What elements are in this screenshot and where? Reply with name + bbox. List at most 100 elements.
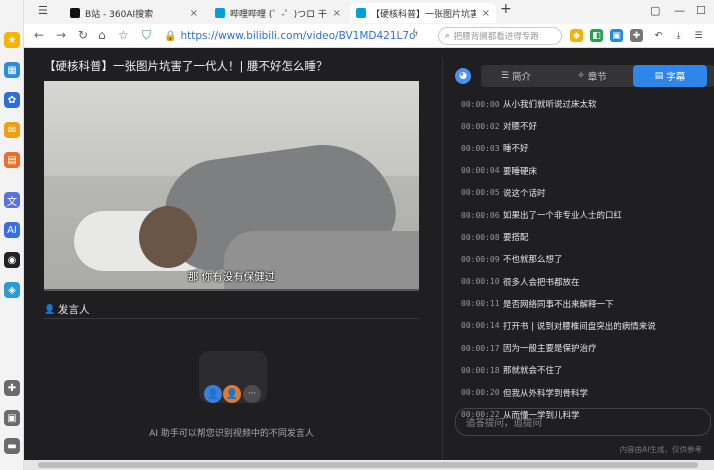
tab-favicon [70, 8, 80, 18]
subtitle-text: 说这个话时 [503, 188, 546, 199]
reload-icon[interactable]: ↻ [78, 28, 88, 42]
speaker-label: 发言人 [58, 304, 90, 316]
subtitle-row[interactable]: 00:00:00 从小我们就听说过床太软 [461, 93, 711, 115]
subtitle-time: 00:00:18 [461, 365, 500, 375]
subtitle-list: 00:00:00 从小我们就听说过床太软 00:00:02 对腰不好 00:00:0… [461, 93, 711, 426]
ask-placeholder: 追答提问，追提问 [466, 418, 543, 429]
subtitle-row[interactable]: 00:00:18 那就就会不住了 [461, 359, 711, 381]
tab-subtitles[interactable]: ▤ 字幕 [633, 65, 707, 87]
search-field[interactable]: ⌕ 把腰背搁都看进得专跑 [438, 27, 562, 45]
restore-icon[interactable]: ▢ [650, 4, 660, 17]
tab-favicon [356, 8, 366, 18]
video-player[interactable]: 那 你有没有保健过 [44, 81, 419, 291]
subtitle-text: 要睡硬床 [503, 166, 538, 177]
url-field[interactable]: 🔒 https://www.bilibili.com/video/BV1MD42… [164, 27, 415, 45]
subtitle-text: 打开书 | 说到对腰椎间盘突出的病情来说 [503, 321, 656, 332]
bookmark-icon[interactable]: ☆ [118, 28, 129, 42]
extension-icon[interactable]: ◆ [570, 29, 583, 42]
subtitle-text: 对腰不好 [503, 122, 538, 133]
subtitle-row[interactable]: 00:00:17 因为一般主要是保护治疗 [461, 337, 711, 359]
tab-label: 【硬核科普】一张图片坑害 [371, 9, 476, 20]
subtitle-time: 00:00:06 [461, 210, 500, 220]
url-text: https://www.bilibili.com/video/BV1MD421L… [180, 30, 416, 42]
subtitle-row[interactable]: 00:00:11 是否网络同事不出来解释一下 [461, 293, 711, 315]
subtitle-text: 不也就那么想了 [503, 255, 563, 266]
save-icon[interactable]: ▣ [4, 410, 20, 426]
subtitle-row[interactable]: 00:00:10 很多人会把书都放在 [461, 271, 711, 293]
subtitle-text: 那就就会不住了 [503, 366, 563, 377]
minimize-icon[interactable]: — [674, 4, 685, 17]
news-icon[interactable]: ▤ [4, 152, 20, 168]
back-icon[interactable]: ← [34, 28, 44, 42]
calendar-icon[interactable]: ▦ [4, 62, 20, 78]
search-placeholder: 把腰背搁都看进得专跑 [453, 32, 539, 42]
subtitle-text: 是否网络同事不出来解释一下 [503, 299, 614, 310]
paw-icon[interactable]: ✿ [4, 92, 20, 108]
home-icon[interactable]: ⌂ [98, 28, 106, 42]
tab-intro[interactable]: ☰ 简介 [481, 65, 551, 87]
tab-chapters[interactable]: ✧ 章节 [557, 65, 627, 87]
tab-label: 章节 [587, 72, 607, 83]
extension-icon[interactable]: ◧ [590, 29, 603, 42]
subtitle-time: 00:00:08 [461, 232, 500, 242]
subtitle-time: 00:00:09 [461, 254, 500, 264]
close-icon[interactable]: × [333, 8, 341, 19]
subtitle-text: 睡不好 [503, 144, 529, 155]
subtitle-row[interactable]: 00:00:14 打开书 | 说到对腰椎间盘突出的病情来说 [461, 315, 711, 337]
subtitle-row[interactable]: 00:00:05 说这个话时 [461, 182, 711, 204]
more-avatars: ··· [243, 385, 261, 403]
subtitle-time: 00:00:03 [461, 143, 500, 153]
translate-icon[interactable]: 文 [4, 192, 20, 208]
cube-icon[interactable]: ◈ [4, 282, 20, 298]
video-subtitle: 那 你有没有保健过 [187, 271, 276, 283]
ask-input[interactable]: 追答提问，追提问 [455, 408, 711, 436]
speaker-empty-text: AI 助手可以帮您识别视频中的不同发言人 [149, 429, 314, 439]
star-icon[interactable]: ★ [4, 32, 20, 48]
shield-icon[interactable]: ⛉ [142, 28, 151, 43]
menu-icon[interactable]: ☰ [692, 29, 705, 42]
close-icon[interactable]: × [190, 8, 198, 19]
subtitle-text: 要搭配 [503, 233, 529, 244]
puzzle-icon[interactable]: ✚ [4, 380, 20, 396]
close-icon[interactable]: × [482, 8, 490, 19]
download-icon[interactable]: ⤓ [672, 29, 685, 42]
maximize-icon[interactable]: ☐ [696, 4, 706, 17]
people-icon: 👤 [44, 304, 56, 315]
subtitle-row[interactable]: 00:00:09 不也就那么想了 [461, 248, 711, 270]
subtitle-text: 但我从外科学到骨科学 [503, 388, 589, 399]
chat-icon[interactable]: ◉ [4, 252, 20, 268]
undo-icon[interactable]: ↶ [652, 29, 665, 42]
mail-icon[interactable]: ✉ [4, 122, 20, 138]
puzzle-icon[interactable]: ✚ [630, 29, 643, 42]
ai-disclaimer: 内容由AI生成，仅供参考 [619, 445, 702, 454]
new-tab-button[interactable]: + [500, 1, 512, 17]
extension-icon[interactable]: ▣ [610, 29, 623, 42]
user-icon: 👤 [223, 385, 241, 403]
subtitle-row[interactable]: 00:00:20 但我从外科学到骨科学 [461, 381, 711, 403]
subtitle-row[interactable]: 00:00:08 要搭配 [461, 226, 711, 248]
horizontal-scrollbar[interactable] [24, 460, 714, 470]
lightning-icon[interactable]: ϟ [412, 28, 419, 39]
browser-tab-3[interactable]: 【硬核科普】一张图片坑害 × [350, 3, 496, 23]
divider [44, 318, 419, 319]
address-bar: ← → ↻ ⌂ ☆ ⛉ 🔒 https://www.bilibili.com/v… [24, 24, 714, 48]
subtitle-time: 00:00:05 [461, 188, 500, 198]
subtitle-row[interactable]: 00:00:02 对腰不好 [461, 115, 711, 137]
browser-tab-1[interactable]: B站 - 360AI搜索 × [64, 3, 204, 23]
subtitle-row[interactable]: 00:00:06 如果出了一个非专业人士的口红 [461, 204, 711, 226]
subtitle-row[interactable]: 00:00:03 睡不好 [461, 137, 711, 159]
scrollbar-thumb[interactable] [38, 462, 698, 468]
toolbox-icon[interactable]: ▬ [4, 438, 20, 454]
browser-tab-2[interactable]: 哔哩哔哩 (゜-゜)つロ 干杯~- × [209, 3, 347, 23]
ai-icon[interactable]: AI [4, 222, 20, 238]
video-frame-detail [139, 206, 197, 268]
subtitle-time: 00:00:02 [461, 121, 500, 131]
sparkle-icon: ✧ [577, 71, 585, 81]
forward-icon[interactable]: → [56, 28, 66, 42]
search-icon: ⌕ [445, 31, 450, 41]
subtitle-row[interactable]: 00:00:04 要睡硬床 [461, 160, 711, 182]
user-icon: 👤 [204, 385, 222, 403]
hamburger-icon[interactable]: ☰ [38, 4, 48, 17]
subtitle-time: 00:00:11 [461, 299, 500, 309]
video-progress-bar[interactable] [44, 289, 419, 291]
